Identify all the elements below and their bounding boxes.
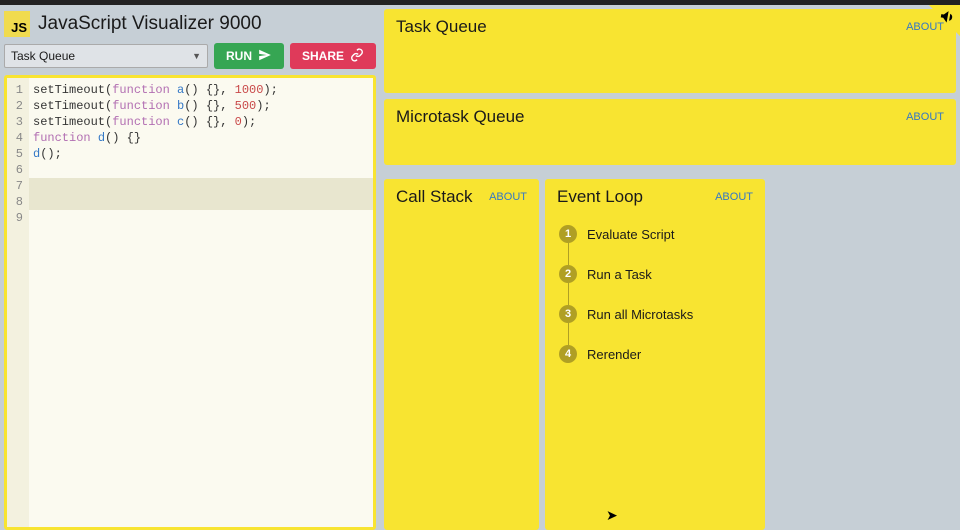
play-icon xyxy=(258,48,272,65)
microtask-queue-body xyxy=(396,127,944,157)
event-loop-step: 2 Run a Task xyxy=(559,265,753,283)
step-number-icon: 1 xyxy=(559,225,577,243)
js-logo-icon: JS xyxy=(4,11,30,37)
task-queue-panel: Task Queue ABOUT xyxy=(384,9,956,93)
code-gutter: 123456789 xyxy=(7,78,29,527)
event-loop-title: Event Loop xyxy=(557,187,643,207)
task-queue-title: Task Queue xyxy=(396,17,487,37)
example-select-value: Task Queue xyxy=(11,49,75,63)
event-loop-steps: 1 Evaluate Script 2 Run a Task 3 Run all Micr… xyxy=(557,225,753,363)
share-button[interactable]: SHARE xyxy=(290,43,376,69)
step-connector xyxy=(568,243,569,265)
controls-bar: Task Queue ▼ RUN SHARE xyxy=(4,43,376,75)
app-title: JavaScript Visualizer 9000 xyxy=(38,13,262,35)
chevron-down-icon: ▼ xyxy=(192,51,201,61)
call-stack-about-link[interactable]: ABOUT xyxy=(489,191,527,203)
event-loop-about-link[interactable]: ABOUT xyxy=(715,191,753,203)
megaphone-icon xyxy=(936,5,960,33)
step-label: Rerender xyxy=(587,347,641,362)
corner-badge[interactable] xyxy=(916,5,960,49)
step-number-icon: 2 xyxy=(559,265,577,283)
call-stack-panel: Call Stack ABOUT xyxy=(384,179,539,530)
example-select[interactable]: Task Queue ▼ xyxy=(4,44,208,68)
event-loop-step: 3 Run all Microtasks xyxy=(559,305,753,323)
run-button[interactable]: RUN xyxy=(214,43,284,69)
step-label: Evaluate Script xyxy=(587,227,674,242)
step-connector xyxy=(568,283,569,305)
code-content[interactable]: setTimeout(function a() {}, 1000);setTim… xyxy=(29,78,373,527)
share-button-label: SHARE xyxy=(302,49,344,63)
microtask-queue-panel: Microtask Queue ABOUT xyxy=(384,99,956,165)
call-stack-title: Call Stack xyxy=(396,187,473,207)
step-number-icon: 3 xyxy=(559,305,577,323)
step-label: Run a Task xyxy=(587,267,652,282)
microtask-queue-about-link[interactable]: ABOUT xyxy=(906,111,944,123)
code-editor[interactable]: 123456789 setTimeout(function a() {}, 10… xyxy=(4,75,376,530)
step-label: Run all Microtasks xyxy=(587,307,693,322)
task-queue-body xyxy=(396,37,944,85)
step-connector xyxy=(568,323,569,345)
event-loop-step: 4 Rerender xyxy=(559,345,753,363)
event-loop-step: 1 Evaluate Script xyxy=(559,225,753,243)
microtask-queue-title: Microtask Queue xyxy=(396,107,525,127)
event-loop-panel: Event Loop ABOUT 1 Evaluate Script 2 Run a … xyxy=(545,179,765,530)
app-header: JS JavaScript Visualizer 9000 xyxy=(4,9,376,43)
run-button-label: RUN xyxy=(226,49,252,63)
step-number-icon: 4 xyxy=(559,345,577,363)
link-icon xyxy=(350,48,364,65)
